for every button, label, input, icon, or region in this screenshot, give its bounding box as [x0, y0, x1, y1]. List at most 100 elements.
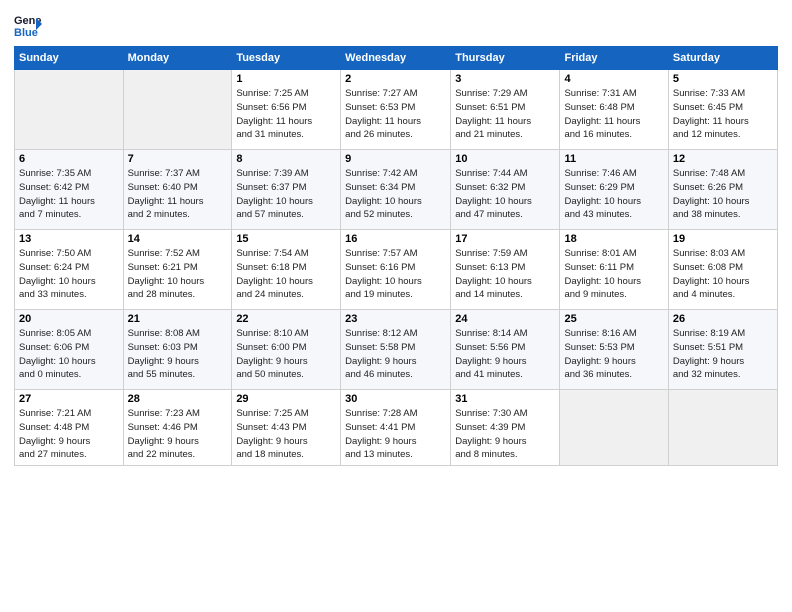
- day-info: Sunrise: 8:10 AM Sunset: 6:00 PM Dayligh…: [236, 327, 336, 382]
- day-cell: 25 Sunrise: 8:16 AM Sunset: 5:53 PM Dayli…: [560, 310, 668, 390]
- day-number: 9: [345, 153, 446, 165]
- day-info: Sunrise: 7:57 AM Sunset: 6:16 PM Dayligh…: [345, 247, 446, 302]
- day-number: 23: [345, 313, 446, 325]
- week-row-1: 1 Sunrise: 7:25 AM Sunset: 6:56 PM Daylig…: [15, 70, 778, 150]
- day-number: 22: [236, 313, 336, 325]
- day-info: Sunrise: 7:46 AM Sunset: 6:29 PM Dayligh…: [564, 167, 663, 222]
- day-info: Sunrise: 7:48 AM Sunset: 6:26 PM Dayligh…: [673, 167, 773, 222]
- day-cell: 1 Sunrise: 7:25 AM Sunset: 6:56 PM Daylig…: [232, 70, 341, 150]
- day-info: Sunrise: 7:35 AM Sunset: 6:42 PM Dayligh…: [19, 167, 119, 222]
- day-cell: 28 Sunrise: 7:23 AM Sunset: 4:46 PM Dayli…: [123, 390, 232, 466]
- day-cell: 31 Sunrise: 7:30 AM Sunset: 4:39 PM Dayli…: [451, 390, 560, 466]
- col-header-sunday: Sunday: [15, 47, 124, 70]
- week-row-2: 6 Sunrise: 7:35 AM Sunset: 6:42 PM Daylig…: [15, 150, 778, 230]
- day-cell: 2 Sunrise: 7:27 AM Sunset: 6:53 PM Daylig…: [341, 70, 451, 150]
- calendar-header-row: SundayMondayTuesdayWednesdayThursdayFrid…: [15, 47, 778, 70]
- day-info: Sunrise: 8:03 AM Sunset: 6:08 PM Dayligh…: [673, 247, 773, 302]
- day-number: 14: [128, 233, 228, 245]
- calendar-table: SundayMondayTuesdayWednesdayThursdayFrid…: [14, 46, 778, 466]
- header: General Blue: [14, 10, 778, 38]
- col-header-tuesday: Tuesday: [232, 47, 341, 70]
- day-cell: 15 Sunrise: 7:54 AM Sunset: 6:18 PM Dayli…: [232, 230, 341, 310]
- day-cell: 8Sunrise: 7:39 AM Sunset: 6:37 PM Daylig…: [232, 150, 341, 230]
- day-info: Sunrise: 8:08 AM Sunset: 6:03 PM Dayligh…: [128, 327, 228, 382]
- day-cell: 29 Sunrise: 7:25 AM Sunset: 4:43 PM Dayli…: [232, 390, 341, 466]
- day-info: Sunrise: 8:19 AM Sunset: 5:51 PM Dayligh…: [673, 327, 773, 382]
- day-cell: 11 Sunrise: 7:46 AM Sunset: 6:29 PM Dayli…: [560, 150, 668, 230]
- day-number: 31: [455, 393, 555, 405]
- day-number: 8: [236, 153, 336, 165]
- week-row-3: 13 Sunrise: 7:50 AM Sunset: 6:24 PM Dayli…: [15, 230, 778, 310]
- day-number: 12: [673, 153, 773, 165]
- day-cell: 3 Sunrise: 7:29 AM Sunset: 6:51 PM Daylig…: [451, 70, 560, 150]
- day-cell: 17Sunrise: 7:59 AM Sunset: 6:13 PM Dayli…: [451, 230, 560, 310]
- day-info: Sunrise: 7:23 AM Sunset: 4:46 PM Dayligh…: [128, 407, 228, 462]
- day-cell: 20 Sunrise: 8:05 AM Sunset: 6:06 PM Dayli…: [15, 310, 124, 390]
- day-number: 28: [128, 393, 228, 405]
- day-number: 25: [564, 313, 663, 325]
- day-info: Sunrise: 7:54 AM Sunset: 6:18 PM Dayligh…: [236, 247, 336, 302]
- col-header-wednesday: Wednesday: [341, 47, 451, 70]
- day-number: 1: [236, 73, 336, 85]
- day-info: Sunrise: 7:52 AM Sunset: 6:21 PM Dayligh…: [128, 247, 228, 302]
- day-info: Sunrise: 8:16 AM Sunset: 5:53 PM Dayligh…: [564, 327, 663, 382]
- day-info: Sunrise: 7:29 AM Sunset: 6:51 PM Dayligh…: [455, 87, 555, 142]
- day-number: 7: [128, 153, 228, 165]
- day-cell: [15, 70, 124, 150]
- day-info: Sunrise: 7:31 AM Sunset: 6:48 PM Dayligh…: [564, 87, 663, 142]
- day-info: Sunrise: 7:28 AM Sunset: 4:41 PM Dayligh…: [345, 407, 446, 462]
- day-number: 4: [564, 73, 663, 85]
- day-number: 2: [345, 73, 446, 85]
- calendar-body: 1 Sunrise: 7:25 AM Sunset: 6:56 PM Daylig…: [15, 70, 778, 466]
- day-number: 6: [19, 153, 119, 165]
- day-cell: [560, 390, 668, 466]
- day-cell: 4 Sunrise: 7:31 AM Sunset: 6:48 PM Daylig…: [560, 70, 668, 150]
- svg-text:Blue: Blue: [14, 27, 38, 38]
- day-info: Sunrise: 7:21 AM Sunset: 4:48 PM Dayligh…: [19, 407, 119, 462]
- day-cell: [123, 70, 232, 150]
- day-info: Sunrise: 8:14 AM Sunset: 5:56 PM Dayligh…: [455, 327, 555, 382]
- day-cell: 19Sunrise: 8:03 AM Sunset: 6:08 PM Dayli…: [668, 230, 777, 310]
- day-number: 18: [564, 233, 663, 245]
- day-number: 27: [19, 393, 119, 405]
- col-header-thursday: Thursday: [451, 47, 560, 70]
- day-info: Sunrise: 7:25 AM Sunset: 6:56 PM Dayligh…: [236, 87, 336, 142]
- day-number: 15: [236, 233, 336, 245]
- logo: General Blue: [14, 10, 46, 38]
- day-number: 11: [564, 153, 663, 165]
- day-cell: 12 Sunrise: 7:48 AM Sunset: 6:26 PM Dayli…: [668, 150, 777, 230]
- day-cell: 21Sunrise: 8:08 AM Sunset: 6:03 PM Dayli…: [123, 310, 232, 390]
- day-number: 16: [345, 233, 446, 245]
- day-info: Sunrise: 7:30 AM Sunset: 4:39 PM Dayligh…: [455, 407, 555, 462]
- day-info: Sunrise: 7:27 AM Sunset: 6:53 PM Dayligh…: [345, 87, 446, 142]
- day-number: 3: [455, 73, 555, 85]
- day-number: 13: [19, 233, 119, 245]
- day-info: Sunrise: 7:59 AM Sunset: 6:13 PM Dayligh…: [455, 247, 555, 302]
- day-info: Sunrise: 8:05 AM Sunset: 6:06 PM Dayligh…: [19, 327, 119, 382]
- day-cell: 18Sunrise: 8:01 AM Sunset: 6:11 PM Dayli…: [560, 230, 668, 310]
- day-info: Sunrise: 7:44 AM Sunset: 6:32 PM Dayligh…: [455, 167, 555, 222]
- day-number: 30: [345, 393, 446, 405]
- day-cell: 5Sunrise: 7:33 AM Sunset: 6:45 PM Daylig…: [668, 70, 777, 150]
- day-cell: 9Sunrise: 7:42 AM Sunset: 6:34 PM Daylig…: [341, 150, 451, 230]
- day-info: Sunrise: 7:50 AM Sunset: 6:24 PM Dayligh…: [19, 247, 119, 302]
- calendar-page: General Blue SundayMondayTuesdayWednesda…: [0, 0, 792, 612]
- day-info: Sunrise: 7:37 AM Sunset: 6:40 PM Dayligh…: [128, 167, 228, 222]
- col-header-saturday: Saturday: [668, 47, 777, 70]
- day-number: 5: [673, 73, 773, 85]
- day-cell: 13 Sunrise: 7:50 AM Sunset: 6:24 PM Dayli…: [15, 230, 124, 310]
- day-cell: 30 Sunrise: 7:28 AM Sunset: 4:41 PM Dayli…: [341, 390, 451, 466]
- day-number: 20: [19, 313, 119, 325]
- day-cell: 6 Sunrise: 7:35 AM Sunset: 6:42 PM Daylig…: [15, 150, 124, 230]
- day-number: 26: [673, 313, 773, 325]
- day-info: Sunrise: 7:25 AM Sunset: 4:43 PM Dayligh…: [236, 407, 336, 462]
- day-cell: 26 Sunrise: 8:19 AM Sunset: 5:51 PM Dayli…: [668, 310, 777, 390]
- day-cell: 7 Sunrise: 7:37 AM Sunset: 6:40 PM Daylig…: [123, 150, 232, 230]
- day-cell: 24Sunrise: 8:14 AM Sunset: 5:56 PM Dayli…: [451, 310, 560, 390]
- day-number: 29: [236, 393, 336, 405]
- day-cell: 22 Sunrise: 8:10 AM Sunset: 6:00 PM Dayli…: [232, 310, 341, 390]
- day-cell: 14 Sunrise: 7:52 AM Sunset: 6:21 PM Dayli…: [123, 230, 232, 310]
- day-number: 10: [455, 153, 555, 165]
- day-info: Sunrise: 8:12 AM Sunset: 5:58 PM Dayligh…: [345, 327, 446, 382]
- day-cell: [668, 390, 777, 466]
